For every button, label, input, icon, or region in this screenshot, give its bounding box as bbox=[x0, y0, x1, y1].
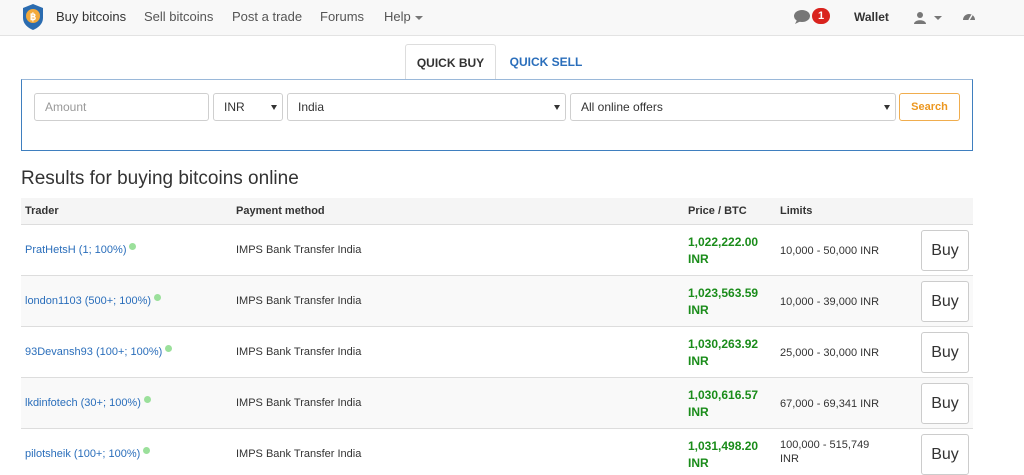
column-header-limits: Limits bbox=[780, 205, 813, 217]
payment-method: IMPS Bank Transfer India bbox=[236, 346, 362, 358]
user-icon[interactable] bbox=[914, 11, 926, 24]
price-value: 1,022,222.00 bbox=[688, 235, 759, 249]
search-button[interactable]: Search bbox=[899, 93, 960, 121]
price: 1,030,263.92 INR bbox=[688, 336, 758, 370]
price: 1,022,222.00 INR bbox=[688, 234, 758, 268]
price-value: 1,030,616.57 bbox=[688, 388, 759, 402]
payment-method: IMPS Bank Transfer India bbox=[236, 397, 362, 409]
tab-quick-sell[interactable]: QUICK SELL bbox=[496, 44, 596, 80]
nav-forums[interactable]: Forums bbox=[320, 0, 364, 36]
buy-button[interactable]: Buy bbox=[921, 332, 969, 373]
trader-name: lkdinfotech (30+; 100%) bbox=[25, 397, 141, 409]
limits: 10,000 - 50,000 INR bbox=[780, 245, 880, 257]
trader-name: london1103 (500+; 100%) bbox=[25, 295, 152, 307]
column-header-trader: Trader bbox=[25, 205, 59, 217]
price-value: 1,031,498.20 bbox=[688, 439, 759, 453]
price: 1,023,563.59 INR bbox=[688, 285, 758, 319]
limits: 25,000 - 30,000 INR bbox=[780, 347, 880, 359]
limits: 67,000 - 69,341 INR bbox=[780, 398, 880, 410]
amount-input[interactable] bbox=[34, 93, 209, 121]
select-arrow-icon bbox=[884, 105, 890, 110]
nav-buy-bitcoins[interactable]: Buy bitcoins bbox=[56, 0, 126, 36]
trader-link[interactable]: lkdinfotech (30+; 100%) bbox=[25, 396, 151, 409]
select-arrow-icon bbox=[271, 105, 277, 110]
trader-link[interactable]: pilotsheik (100+; 100%) bbox=[25, 447, 151, 460]
nav-help-label: Help bbox=[384, 9, 411, 24]
limits: 10,000 - 39,000 INR bbox=[780, 296, 880, 308]
wallet-link[interactable]: Wallet bbox=[854, 0, 889, 36]
price-value: 1,023,563.59 bbox=[688, 286, 759, 300]
country-select[interactable]: India bbox=[287, 93, 566, 121]
payment-method: IMPS Bank Transfer India bbox=[236, 295, 362, 307]
table-row: pilotsheik (100+; 100%) IMPS Bank Transf… bbox=[21, 429, 973, 475]
buy-button[interactable]: Buy bbox=[921, 434, 969, 475]
dashboard-icon[interactable] bbox=[962, 10, 976, 24]
buy-button[interactable]: Buy bbox=[921, 230, 969, 271]
trader-link[interactable]: PratHetsH (1; 100%) bbox=[25, 243, 137, 256]
price-currency: INR bbox=[688, 303, 709, 317]
price-currency: INR bbox=[688, 252, 709, 266]
chat-icon[interactable] bbox=[793, 9, 811, 25]
table-row: PratHetsH (1; 100%) IMPS Bank Transfer I… bbox=[21, 225, 973, 276]
select-arrow-icon bbox=[554, 105, 560, 110]
nav-help[interactable]: Help bbox=[384, 0, 423, 36]
online-status-dot bbox=[143, 396, 151, 403]
chevron-down-icon bbox=[414, 15, 423, 20]
trader-name: pilotsheik (100+; 100%) bbox=[25, 448, 141, 460]
trader-link[interactable]: 93Devansh93 (100+; 100%) bbox=[25, 345, 173, 358]
currency-select[interactable]: INR bbox=[213, 93, 283, 121]
price-currency: INR bbox=[688, 405, 709, 419]
results-table-header: Trader Payment method Price / BTC Limits bbox=[21, 198, 973, 225]
table-row: london1103 (500+; 100%) IMPS Bank Transf… bbox=[21, 276, 973, 327]
price-currency: INR bbox=[688, 354, 709, 368]
logo-icon[interactable]: ฿ bbox=[21, 3, 45, 31]
table-row: 93Devansh93 (100+; 100%) IMPS Bank Trans… bbox=[21, 327, 973, 378]
price: 1,031,498.20 INR bbox=[688, 438, 758, 472]
buy-button[interactable]: Buy bbox=[921, 383, 969, 424]
price: 1,030,616.57 INR bbox=[688, 387, 758, 421]
nav-sell-bitcoins[interactable]: Sell bitcoins bbox=[144, 0, 213, 36]
currency-select-value: INR bbox=[224, 100, 245, 114]
tab-quick-buy[interactable]: QUICK BUY bbox=[405, 44, 496, 80]
results-title: Results for buying bitcoins online bbox=[21, 168, 299, 189]
column-header-price: Price / BTC bbox=[688, 205, 747, 217]
online-status-dot bbox=[165, 345, 173, 352]
top-navbar: ฿ Buy bitcoins Sell bitcoins Post a trad… bbox=[0, 0, 1024, 36]
online-status-dot bbox=[143, 447, 151, 454]
trader-name: 93Devansh93 (100+; 100%) bbox=[25, 346, 163, 358]
trader-name: PratHetsH (1; 100%) bbox=[25, 244, 127, 256]
quick-tabs: QUICK BUY QUICK SELL bbox=[21, 44, 973, 80]
notification-badge[interactable]: 1 bbox=[812, 8, 830, 24]
online-status-dot bbox=[154, 294, 162, 301]
payment-method: IMPS Bank Transfer India bbox=[236, 448, 362, 460]
country-select-value: India bbox=[298, 100, 325, 114]
table-row: lkdinfotech (30+; 100%) IMPS Bank Transf… bbox=[21, 378, 973, 429]
limits: 100,000 - 515,749 INR bbox=[780, 439, 870, 465]
column-header-payment-method: Payment method bbox=[236, 205, 325, 217]
nav-post-a-trade[interactable]: Post a trade bbox=[232, 0, 302, 36]
offer-type-select-value: All online offers bbox=[581, 100, 663, 114]
price-value: 1,030,263.92 bbox=[688, 337, 759, 351]
online-status-dot bbox=[129, 243, 137, 250]
svg-text:฿: ฿ bbox=[30, 12, 36, 23]
offer-type-select[interactable]: All online offers bbox=[570, 93, 896, 121]
buy-button[interactable]: Buy bbox=[921, 281, 969, 322]
user-menu-chevron-icon[interactable] bbox=[934, 16, 942, 20]
trader-link[interactable]: london1103 (500+; 100%) bbox=[25, 294, 162, 307]
payment-method: IMPS Bank Transfer India bbox=[236, 244, 362, 256]
